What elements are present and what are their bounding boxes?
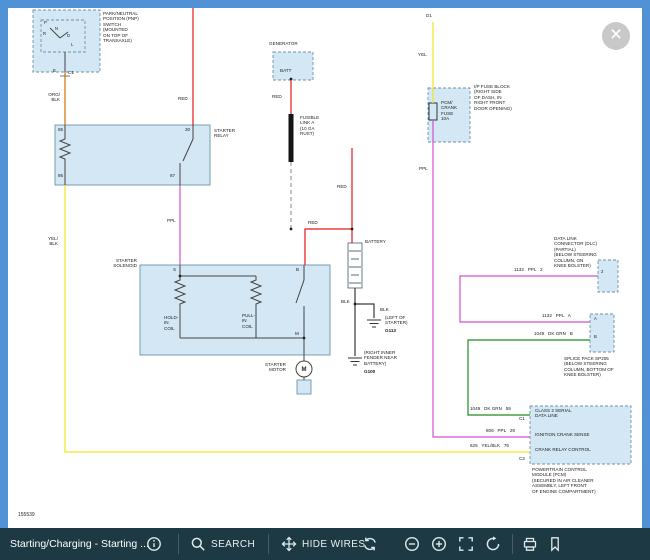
wire-label-red-4: RED bbox=[308, 220, 318, 225]
splice-terminal-a: A bbox=[594, 317, 597, 322]
g100-label: G100 bbox=[364, 369, 375, 374]
search-label: SEARCH bbox=[211, 539, 255, 550]
sync-icon bbox=[362, 536, 378, 552]
print-icon bbox=[522, 536, 538, 552]
wire-label-red-3: RED bbox=[337, 184, 347, 189]
zoom-out-button[interactable] bbox=[404, 528, 420, 560]
zoom-in-button[interactable] bbox=[431, 528, 447, 560]
pan-button[interactable] bbox=[281, 528, 297, 560]
bottom-toolbar: Starting/Charging - Starting ... SEARCH bbox=[0, 528, 650, 560]
pcm-crank-relay-label: CRANK RELAY CONTROL bbox=[535, 447, 591, 452]
zoom-out-icon bbox=[404, 536, 420, 552]
zoom-in-icon bbox=[431, 536, 447, 552]
fuse-block-description: I/P FUSE BLOCK (RIGHT SIDE OF DASH, IN R… bbox=[474, 84, 512, 111]
diagram-title: Starting/Charging - Starting ... bbox=[10, 528, 149, 560]
g113-location: (LEFT OF STARTER) bbox=[385, 315, 408, 326]
hide-wires-label: HIDE WIRES bbox=[302, 539, 365, 550]
wire-label-yel-blk-left: YEL/ BLK bbox=[24, 236, 58, 247]
connector-c1: C1 bbox=[68, 70, 74, 75]
wire-label-d1: D1 bbox=[426, 13, 432, 18]
starter-solenoid-title: STARTER SOLENOID bbox=[100, 258, 137, 269]
fuse-label: PCM/ CRANK FUSE 10A bbox=[441, 100, 457, 122]
info-button[interactable] bbox=[146, 528, 162, 560]
relay-terminal-86: 86 bbox=[58, 173, 63, 178]
toolbar-separator bbox=[268, 534, 269, 554]
pan-icon bbox=[281, 536, 297, 552]
wire-label-red-1: RED bbox=[178, 96, 188, 101]
bookmark-button[interactable] bbox=[547, 528, 563, 560]
print-button[interactable] bbox=[522, 528, 538, 560]
app-frame: M PARK/NEUTRAL POSITION (PNP) SWITCH (MO… bbox=[0, 0, 650, 560]
starter-motor-title: STARTER MOTOR bbox=[248, 362, 286, 373]
pcm-class2-label: CLASS 2 SERIAL DATA LINE bbox=[535, 408, 572, 419]
pnp-contact-l: L bbox=[71, 43, 73, 48]
relay-terminal-30: 30 bbox=[185, 127, 190, 132]
figure-number: 155539 bbox=[18, 513, 35, 519]
dlc-terminal-2: 2 bbox=[601, 270, 603, 275]
wire-label-blk-2: BLK bbox=[380, 307, 389, 312]
pnp-contact-n: N bbox=[55, 27, 58, 32]
diagram-canvas[interactable]: M PARK/NEUTRAL POSITION (PNP) SWITCH (MO… bbox=[8, 8, 642, 528]
dlc-description: DATA LINK CONNECTOR (DLC) (PARTIAL) (BEL… bbox=[554, 236, 597, 268]
battery-title: BATTERY bbox=[365, 239, 386, 244]
pcm-connector-c1: C1 bbox=[519, 416, 525, 421]
wire-label-org-blk: ORG/ BLK bbox=[28, 92, 60, 103]
solenoid-terminal-m: M bbox=[295, 331, 299, 336]
dlc-wire-label: 1132 PPL 2 bbox=[514, 267, 543, 272]
search-button[interactable]: SEARCH bbox=[190, 528, 255, 560]
hold-in-coil-label: HOLD- IN COIL bbox=[164, 315, 178, 331]
pcm-76-wire-label: 625 YEL/BLK 76 bbox=[470, 443, 509, 448]
solenoid-terminal-s: S bbox=[173, 267, 176, 272]
fit-screen-icon bbox=[458, 536, 474, 552]
info-icon bbox=[146, 536, 162, 552]
bookmark-icon bbox=[547, 536, 563, 552]
splice-pack-description: SPLICE PACK SP205 (BELOW STEERING COLUMN… bbox=[564, 356, 614, 378]
search-icon bbox=[190, 536, 206, 552]
wire-label-blk-1: BLK bbox=[341, 299, 350, 304]
g113-label: G113 bbox=[385, 328, 396, 333]
close-button[interactable]: × bbox=[602, 22, 630, 50]
toolbar-separator bbox=[178, 534, 179, 554]
wire-label-yel: YEL bbox=[418, 52, 427, 57]
pnp-contact-r: R bbox=[43, 32, 46, 37]
starter-relay-title: STARTER RELAY bbox=[214, 128, 235, 139]
wire-label-ppl-2: PPL bbox=[419, 166, 428, 171]
pnp-title: PARK/NEUTRAL POSITION (PNP) SWITCH (MOUN… bbox=[103, 11, 139, 43]
splice-terminal-b: B bbox=[594, 335, 597, 340]
pcm-59-wire-label: 1049 DK GRN 59 bbox=[470, 406, 511, 411]
toolbar-separator bbox=[512, 534, 513, 554]
wire-label-ppl-1: PPL bbox=[167, 218, 176, 223]
solenoid-terminal-b: B bbox=[296, 267, 299, 272]
pcm-ignition-crank-label: IGNITION CRANK SENSE bbox=[535, 432, 590, 437]
pnp-contact-d: D bbox=[67, 34, 70, 39]
g100-location: (RIGHT INNER FENDER NEAR BATTERY) bbox=[364, 350, 397, 366]
pcm-description: POWERTRAIN CONTROL MODULE (PCM) (SECURED… bbox=[532, 467, 596, 494]
pcm-29-wire-label: 806 PPL 29 bbox=[486, 428, 515, 433]
splice-b-wire-label: 1049 DK GRN B bbox=[534, 331, 573, 336]
fit-screen-button[interactable] bbox=[458, 528, 474, 560]
relay-terminal-87: 87 bbox=[170, 173, 175, 178]
splice-a-wire-label: 1132 PPL A bbox=[542, 313, 571, 318]
fusible-link-label: FUSIBLE LINK A (10 GA RUST) bbox=[300, 115, 319, 137]
rotate-icon bbox=[485, 536, 501, 552]
generator-batt-terminal: BATT bbox=[280, 68, 291, 73]
connector-e: E bbox=[53, 68, 56, 73]
refresh-button[interactable] bbox=[362, 528, 378, 560]
relay-terminal-85: 85 bbox=[58, 127, 63, 132]
rotate-button[interactable] bbox=[485, 528, 501, 560]
generator-title: GENERATOR bbox=[269, 41, 298, 46]
pcm-connector-c2: C2 bbox=[519, 456, 525, 461]
pull-in-coil-label: PULL- IN COIL bbox=[242, 313, 255, 329]
wire-label-red-2: RED bbox=[272, 94, 282, 99]
diagram-labels: PARK/NEUTRAL POSITION (PNP) SWITCH (MOUN… bbox=[8, 8, 642, 528]
pnp-contact-p: P bbox=[44, 21, 47, 26]
hide-wires-button[interactable]: HIDE WIRES bbox=[302, 528, 365, 560]
